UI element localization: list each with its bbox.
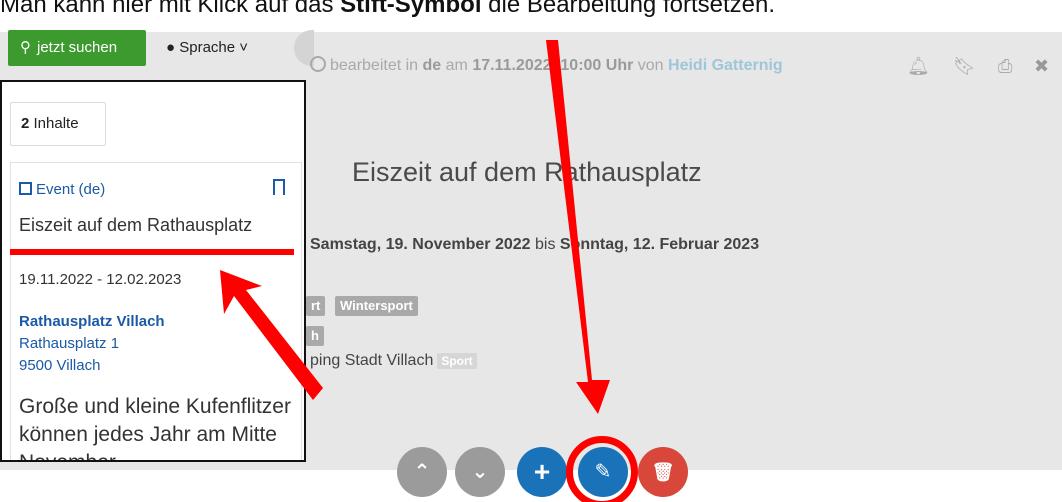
meta-prefix: bearbeitet in xyxy=(330,57,423,74)
caption-text-end: die Bearbeitung fortsetzen. xyxy=(481,0,776,18)
meta-language: de xyxy=(422,57,442,74)
result-card[interactable]: Event (de) Eiszeit auf dem Rathausplatz … xyxy=(10,162,302,460)
location-city[interactable]: 9500 Villach xyxy=(19,357,100,374)
annotation-underline xyxy=(10,249,294,255)
location-name[interactable]: Rathausplatz Villach xyxy=(19,313,165,330)
organizer-tag: Sport xyxy=(437,353,477,369)
meta-author[interactable]: Heidi Gatternig xyxy=(668,57,783,74)
instruction-caption: Man kann hier mit Klick auf das Stift-Sy… xyxy=(0,0,1062,20)
search-button[interactable]: ⚲ jetzt suchen xyxy=(8,30,146,66)
organizer: ping Stadt Villach Sport xyxy=(310,352,477,370)
meta-datetime: 17.11.2022, 10:00 Uhr xyxy=(472,57,634,74)
tag-sport[interactable]: rt xyxy=(306,296,326,316)
move-down-button[interactable]: ⌄ xyxy=(455,447,505,497)
card-dates: 19.11.2022 - 12.02.2023 xyxy=(19,271,182,288)
language-label: Sprache ˅ xyxy=(179,39,249,56)
results-panel: 2 Inhalte Event (de) Eiszeit auf dem Rat… xyxy=(0,80,306,462)
location-street[interactable]: Rathausplatz 1 xyxy=(19,335,119,352)
organizer-name: ping Stadt Villach xyxy=(310,352,434,369)
bookmark-icon[interactable]: 🔖︎ xyxy=(953,52,976,80)
meta-by: von xyxy=(633,57,669,74)
speech-bubble-icon: ● xyxy=(166,39,176,56)
annotation-ring xyxy=(566,436,638,502)
calendar-icon xyxy=(19,182,32,195)
clock-icon xyxy=(310,56,326,72)
search-button-label: jetzt suchen xyxy=(37,39,118,56)
add-button[interactable]: + xyxy=(517,447,567,497)
card-type: Event (de) xyxy=(19,181,105,198)
result-count-label: Inhalte xyxy=(29,115,79,132)
bell-icon[interactable]: 🔔︎ xyxy=(907,52,930,80)
bookmark-icon[interactable] xyxy=(273,179,285,195)
card-type-label: Event (de) xyxy=(36,181,106,198)
card-title[interactable]: Eiszeit auf dem Rathausplatz xyxy=(19,215,252,236)
date-to: Sonntag, 12. Februar 2023 xyxy=(559,236,760,253)
print-icon[interactable]: ⎙ xyxy=(998,52,1012,80)
card-teaser: Große und kleine Kufenflitzer können jed… xyxy=(19,395,291,460)
caption-text: Man kann hier mit Klick auf das xyxy=(0,0,341,18)
meta-on: am xyxy=(441,57,473,74)
date-separator: bis xyxy=(530,236,560,253)
search-icon: ⚲ xyxy=(20,39,31,56)
move-up-button[interactable]: ⌃ xyxy=(397,447,447,497)
tag-wintersport[interactable]: Wintersport xyxy=(335,296,418,316)
caption-bold: Stift-Symbol xyxy=(340,0,482,18)
delete-button[interactable]: 🗑︎ xyxy=(638,447,688,497)
event-title: Eiszeit auf dem Rathausplatz xyxy=(352,157,702,187)
date-from: Samstag, 19. November 2022 xyxy=(310,236,531,253)
language-dropdown[interactable]: ● Sprache ˅ xyxy=(156,30,272,66)
result-count[interactable]: 2 Inhalte xyxy=(10,102,106,146)
close-icon[interactable]: ✖ xyxy=(1034,52,1049,80)
edit-meta: bearbeitet in de am 17.11.2022, 10:00 Uh… xyxy=(310,55,900,77)
tag-secondary[interactable]: h xyxy=(306,326,324,346)
event-dates: Samstag, 19. November 2022 bis Sonntag, … xyxy=(310,236,759,254)
